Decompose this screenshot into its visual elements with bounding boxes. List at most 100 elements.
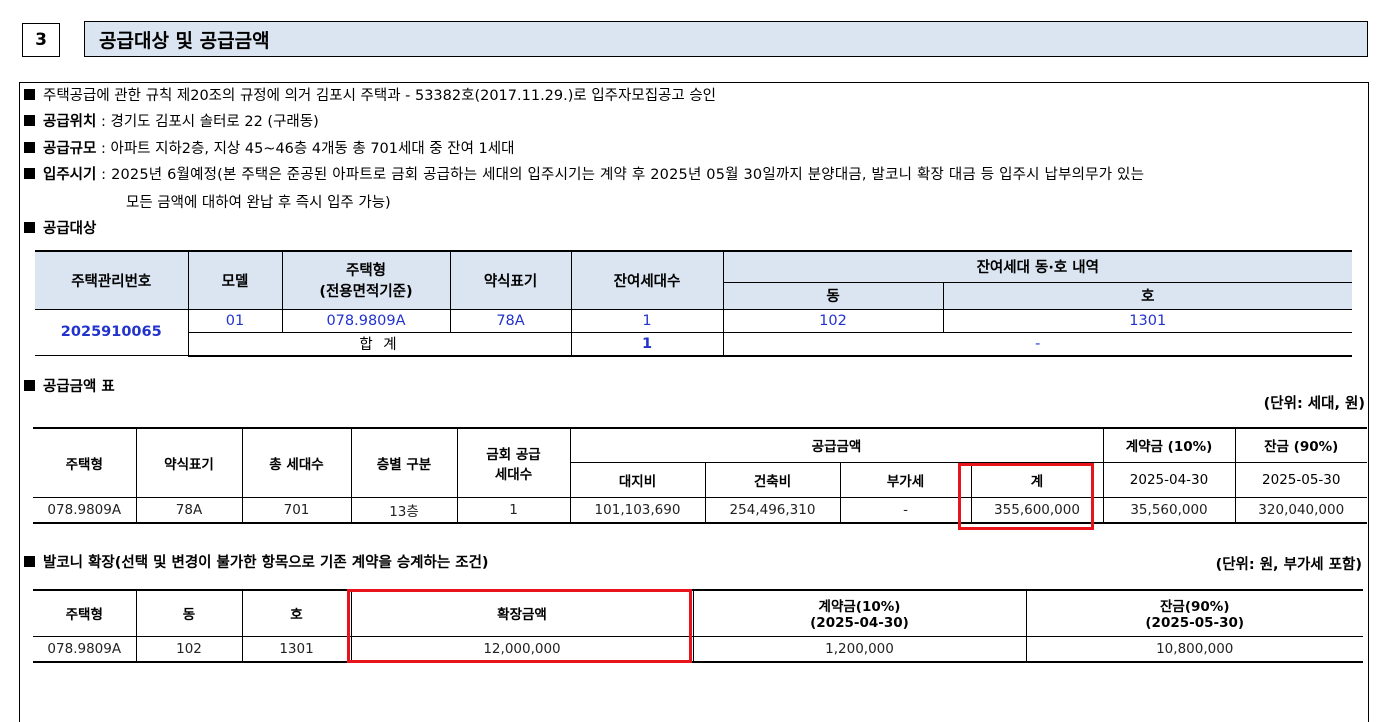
table-row: 078.9809A 102 1301 12,000,000 1,200,000 … bbox=[33, 635, 1363, 663]
col-balance: 잔금(90%) (2025-05-30) bbox=[1025, 589, 1363, 637]
total-label: 합 계 bbox=[187, 331, 572, 357]
scale-value: : 아파트 지하2층, 지상 45~46층 4개동 총 701세대 중 잔여 1… bbox=[96, 141, 515, 157]
deposit-cell: 35,560,000 bbox=[1102, 496, 1236, 524]
amount-heading-text: 공급금액 표 bbox=[43, 379, 115, 395]
col-deposit: 계약금 (10%) bbox=[1102, 427, 1236, 463]
table-header-row: 주택관리번호 모델 주택형 (전용면적기준) 약식표기 잔여세대수 잔여세대 동·… bbox=[35, 250, 1353, 310]
abbr-cell: 78A bbox=[449, 308, 572, 333]
balcony-heading: 발코니 확장(선택 및 변경이 불가한 항목으로 기존 계약을 승계하는 조건) bbox=[24, 553, 489, 573]
ho-cell: 1301 bbox=[942, 308, 1353, 333]
type-cell: 078.9809A bbox=[33, 635, 137, 663]
sum-cell: 355,600,000 bbox=[970, 496, 1104, 524]
movein-note-cont: 모든 금액에 대하여 완납 후 즉시 입주 가능) bbox=[126, 195, 391, 211]
bullet-square-icon bbox=[24, 222, 35, 233]
table-row: 078.9809A 78A 701 13층 1 101,103,690 254,… bbox=[33, 496, 1367, 524]
col-type: 주택형 bbox=[33, 589, 137, 637]
remaining-cell: 1 bbox=[570, 308, 724, 333]
balcony-table: 주택형 동 호 확장금액 계약금(10%) (2025-04-30) 잔금(90%… bbox=[33, 589, 1363, 663]
target-heading: 공급대상 bbox=[24, 219, 96, 239]
land-cell: 101,103,690 bbox=[569, 496, 706, 524]
floor-cell: 13층 bbox=[350, 496, 458, 524]
col-dong: 동 bbox=[135, 589, 243, 637]
balance-cell: 10,800,000 bbox=[1025, 635, 1363, 663]
dong-cell: 102 bbox=[722, 308, 944, 333]
dong-cell: 102 bbox=[135, 635, 243, 663]
total-row: 합 계 1 - bbox=[35, 331, 1353, 357]
col-type-line2: (전용면적기준) bbox=[319, 284, 413, 301]
col-sum: 계 bbox=[970, 461, 1104, 498]
supply-amount-table: 주택형 약식표기 총 세대수 층별 구분 금회 공급세대수 공급금액 계약금 (… bbox=[33, 427, 1367, 524]
scale-note: 공급규모 : 아파트 지하2층, 지상 45~46층 4개동 총 701세대 중… bbox=[24, 139, 514, 159]
col-balance: 잔금 (90%) bbox=[1234, 427, 1367, 463]
col-vat: 부가세 bbox=[839, 461, 972, 498]
bullet-square-icon bbox=[24, 142, 35, 153]
type-cell: 078.9809A bbox=[281, 308, 451, 333]
movein-value: : 2025년 6월예정(본 주택은 준공된 아파트로 금회 공급하는 세대의 … bbox=[96, 167, 1145, 183]
col-abbr: 약식표기 bbox=[135, 427, 243, 498]
col-this-supply-line1: 금회 공급 bbox=[486, 446, 541, 463]
section-number: 3 bbox=[22, 23, 60, 57]
location-label: 공급위치 bbox=[43, 114, 97, 130]
type-cell: 078.9809A bbox=[33, 496, 137, 524]
col-type-line1: 주택형 bbox=[345, 263, 387, 280]
col-type: 주택형 (전용면적기준) bbox=[281, 250, 451, 310]
col-ho: 호 bbox=[942, 282, 1353, 310]
location-value: : 경기도 김포시 솔터로 22 (구래동) bbox=[96, 114, 319, 130]
bullet-square-icon bbox=[24, 380, 35, 391]
col-this-supply-line2: 세대수 bbox=[494, 466, 533, 483]
col-amount: 확장금액 bbox=[350, 589, 694, 637]
col-deposit: 계약금(10%) (2025-04-30) bbox=[692, 589, 1027, 637]
mgmt-no-cell: 2025910065 bbox=[35, 308, 189, 356]
movein-label: 입주시기 bbox=[43, 167, 97, 183]
amount-heading: 공급금액 표 bbox=[24, 377, 115, 397]
bullet-square-icon bbox=[24, 89, 35, 100]
approval-text: 주택공급에 관한 규칙 제20조의 규정에 의거 김포시 주택과 - 53382… bbox=[43, 88, 717, 104]
amount-cell: 12,000,000 bbox=[350, 635, 694, 663]
col-ho: 호 bbox=[241, 589, 352, 637]
col-abbr: 약식표기 bbox=[449, 250, 572, 310]
amount-unit: (단위: 세대, 원) bbox=[1263, 396, 1365, 412]
movein-note: 입주시기 : 2025년 6월예정(본 주택은 준공된 아파트로 금회 공급하는… bbox=[24, 165, 1144, 185]
balcony-unit: (단위: 원, 부가세 포함) bbox=[1215, 557, 1362, 573]
building-cell: 254,496,310 bbox=[704, 496, 841, 524]
location-note: 공급위치 : 경기도 김포시 솔터로 22 (구래동) bbox=[24, 112, 319, 132]
target-heading-text: 공급대상 bbox=[43, 221, 97, 237]
total-households-cell: 701 bbox=[241, 496, 352, 524]
col-land: 대지비 bbox=[569, 461, 706, 498]
col-balance-line2: (2025-05-30) bbox=[1145, 615, 1245, 632]
total-remaining: 1 bbox=[570, 331, 724, 357]
table-header-row: 주택형 약식표기 총 세대수 층별 구분 금회 공급세대수 공급금액 계약금 (… bbox=[33, 427, 1367, 498]
vat-cell: - bbox=[839, 496, 972, 524]
balance-cell: 320,040,000 bbox=[1234, 496, 1367, 524]
col-type: 주택형 bbox=[33, 427, 137, 498]
col-balance-date: 2025-05-30 bbox=[1234, 461, 1367, 498]
col-deposit-line1: 계약금(10%) bbox=[818, 599, 901, 616]
col-deposit-line2: (2025-04-30) bbox=[810, 615, 909, 632]
col-mgmt-no: 주택관리번호 bbox=[35, 250, 189, 310]
deposit-cell: 1,200,000 bbox=[692, 635, 1027, 663]
section-title-text: 공급대상 및 공급금액 bbox=[99, 29, 270, 52]
abbr-cell: 78A bbox=[135, 496, 243, 524]
bullet-square-icon bbox=[24, 168, 35, 179]
bullet-square-icon bbox=[24, 115, 35, 126]
col-building: 건축비 bbox=[704, 461, 841, 498]
model-cell: 01 bbox=[187, 308, 283, 333]
section-title: 공급대상 및 공급금액 bbox=[84, 21, 1368, 57]
col-model: 모델 bbox=[187, 250, 283, 310]
scale-label: 공급규모 bbox=[43, 141, 97, 157]
table-header-row: 주택형 동 호 확장금액 계약금(10%) (2025-04-30) 잔금(90%… bbox=[33, 589, 1363, 637]
col-this-supply: 금회 공급세대수 bbox=[456, 427, 571, 498]
col-remaining: 잔여세대수 bbox=[570, 250, 724, 310]
supply-target-table: 주택관리번호 모델 주택형 (전용면적기준) 약식표기 잔여세대수 잔여세대 동·… bbox=[35, 250, 1353, 357]
col-balance-line1: 잔금(90%) bbox=[1160, 599, 1230, 616]
col-supply-amount: 공급금액 bbox=[569, 427, 1104, 463]
col-floor: 층별 구분 bbox=[350, 427, 458, 498]
col-detail: 잔여세대 동·호 내역 bbox=[722, 250, 1353, 283]
total-detail: - bbox=[722, 331, 1353, 357]
col-total-households: 총 세대수 bbox=[241, 427, 352, 498]
bullet-square-icon bbox=[24, 556, 35, 567]
this-supply-cell: 1 bbox=[456, 496, 571, 524]
col-dong: 동 bbox=[722, 282, 944, 310]
balcony-heading-text: 발코니 확장(선택 및 변경이 불가한 항목으로 기존 계약을 승계하는 조건) bbox=[43, 555, 489, 571]
approval-note: 주택공급에 관한 규칙 제20조의 규정에 의거 김포시 주택과 - 53382… bbox=[24, 86, 716, 106]
